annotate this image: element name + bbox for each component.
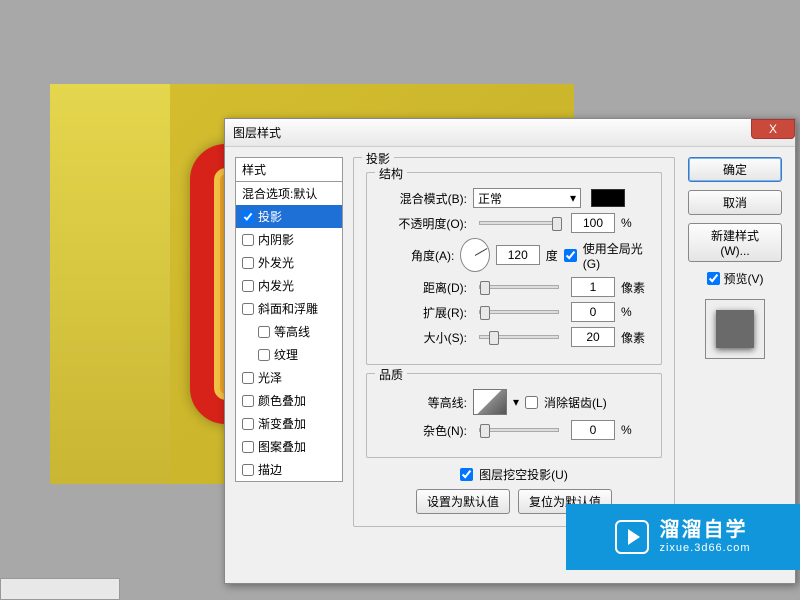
checkbox-outer-glow[interactable] — [242, 257, 254, 269]
close-button[interactable]: X — [751, 119, 795, 139]
checkbox-satin[interactable] — [242, 372, 254, 384]
preview-checkbox[interactable] — [707, 272, 720, 285]
opacity-input[interactable] — [571, 213, 615, 233]
noise-slider[interactable] — [479, 428, 559, 432]
chevron-down-icon: ▾ — [570, 191, 576, 205]
global-light-checkbox[interactable] — [564, 249, 577, 262]
quality-group: 品质 等高线: ▾ 消除锯齿(L) 杂色(N): % — [366, 373, 662, 458]
opacity-label: 不透明度(O): — [379, 215, 467, 232]
checkbox-inner-shadow[interactable] — [242, 234, 254, 246]
dialog-titlebar: 图层样式 X — [225, 119, 795, 147]
checkbox-gradient-overlay[interactable] — [242, 418, 254, 430]
contour-picker[interactable] — [473, 389, 507, 415]
checkbox-bevel-emboss[interactable] — [242, 303, 254, 315]
size-label: 大小(S): — [379, 329, 467, 346]
drop-shadow-group: 投影 结构 混合模式(B): 正常 ▾ 不透明度(O): — [353, 157, 675, 527]
style-item-blend-options[interactable]: 混合选项:默认 — [236, 182, 342, 205]
global-light-label: 使用全局光(G) — [583, 240, 649, 271]
close-icon: X — [769, 122, 777, 136]
style-item-inner-glow[interactable]: 内发光 — [236, 274, 342, 297]
style-item-color-overlay[interactable]: 颜色叠加 — [236, 389, 342, 412]
style-list-header: 样式 — [235, 157, 343, 181]
checkbox-texture[interactable] — [258, 349, 270, 361]
spread-slider[interactable] — [479, 310, 559, 314]
size-slider[interactable] — [479, 335, 559, 339]
ok-button[interactable]: 确定 — [688, 157, 782, 182]
size-input[interactable] — [571, 327, 615, 347]
style-list: 混合选项:默认 投影 内阴影 外发光 内发光 斜面和浮雕 等高线 纹理 光泽 颜… — [235, 181, 343, 482]
style-item-bevel-emboss[interactable]: 斜面和浮雕 — [236, 297, 342, 320]
preview-thumbnail — [705, 299, 765, 359]
style-item-satin[interactable]: 光泽 — [236, 366, 342, 389]
play-icon — [615, 520, 649, 554]
style-item-pattern-overlay[interactable]: 图案叠加 — [236, 435, 342, 458]
style-list-panel: 样式 混合选项:默认 投影 内阴影 外发光 内发光 斜面和浮雕 等高线 纹理 光… — [235, 157, 343, 573]
checkbox-drop-shadow[interactable] — [242, 211, 254, 223]
distance-input[interactable] — [571, 277, 615, 297]
noise-label: 杂色(N): — [379, 422, 467, 439]
watermark-url: zixue.3d66.com — [659, 542, 750, 555]
style-item-gradient-overlay[interactable]: 渐变叠加 — [236, 412, 342, 435]
spread-input[interactable] — [571, 302, 615, 322]
new-style-button[interactable]: 新建样式(W)... — [688, 223, 782, 262]
checkbox-inner-glow[interactable] — [242, 280, 254, 292]
contour-label: 等高线: — [379, 394, 467, 411]
angle-label: 角度(A): — [379, 247, 454, 264]
distance-slider[interactable] — [479, 285, 559, 289]
noise-input[interactable] — [571, 420, 615, 440]
watermark: 溜溜自学 zixue.3d66.com — [566, 504, 800, 570]
antialias-label: 消除锯齿(L) — [544, 394, 607, 411]
checkbox-stroke[interactable] — [242, 464, 254, 476]
style-item-texture[interactable]: 纹理 — [236, 343, 342, 366]
angle-dial[interactable] — [460, 238, 489, 272]
dialog-title: 图层样式 — [233, 124, 281, 141]
spread-label: 扩展(R): — [379, 304, 467, 321]
style-item-outer-glow[interactable]: 外发光 — [236, 251, 342, 274]
set-default-button[interactable]: 设置为默认值 — [416, 489, 510, 514]
style-item-inner-shadow[interactable]: 内阴影 — [236, 228, 342, 251]
style-item-drop-shadow[interactable]: 投影 — [236, 205, 342, 228]
cancel-button[interactable]: 取消 — [688, 190, 782, 215]
style-item-stroke[interactable]: 描边 — [236, 458, 342, 481]
checkbox-pattern-overlay[interactable] — [242, 441, 254, 453]
opacity-slider[interactable] — [479, 221, 559, 225]
preview-label: 预览(V) — [724, 270, 764, 287]
checkbox-color-overlay[interactable] — [242, 395, 254, 407]
bottom-panel-edge — [0, 578, 120, 600]
quality-title: 品质 — [375, 366, 407, 383]
structure-title: 结构 — [375, 165, 407, 182]
structure-group: 结构 混合模式(B): 正常 ▾ 不透明度(O): % — [366, 172, 662, 365]
knockout-label: 图层挖空投影(U) — [479, 466, 568, 483]
angle-input[interactable] — [496, 245, 540, 265]
knockout-checkbox[interactable] — [460, 468, 473, 481]
checkbox-contour[interactable] — [258, 326, 270, 338]
watermark-brand: 溜溜自学 — [659, 518, 750, 542]
blend-mode-label: 混合模式(B): — [379, 190, 467, 207]
distance-label: 距离(D): — [379, 279, 467, 296]
chevron-down-icon[interactable]: ▾ — [513, 395, 519, 409]
style-item-contour[interactable]: 等高线 — [236, 320, 342, 343]
shadow-color-swatch[interactable] — [591, 189, 625, 207]
blend-mode-select[interactable]: 正常 ▾ — [473, 188, 581, 208]
antialias-checkbox[interactable] — [525, 396, 538, 409]
